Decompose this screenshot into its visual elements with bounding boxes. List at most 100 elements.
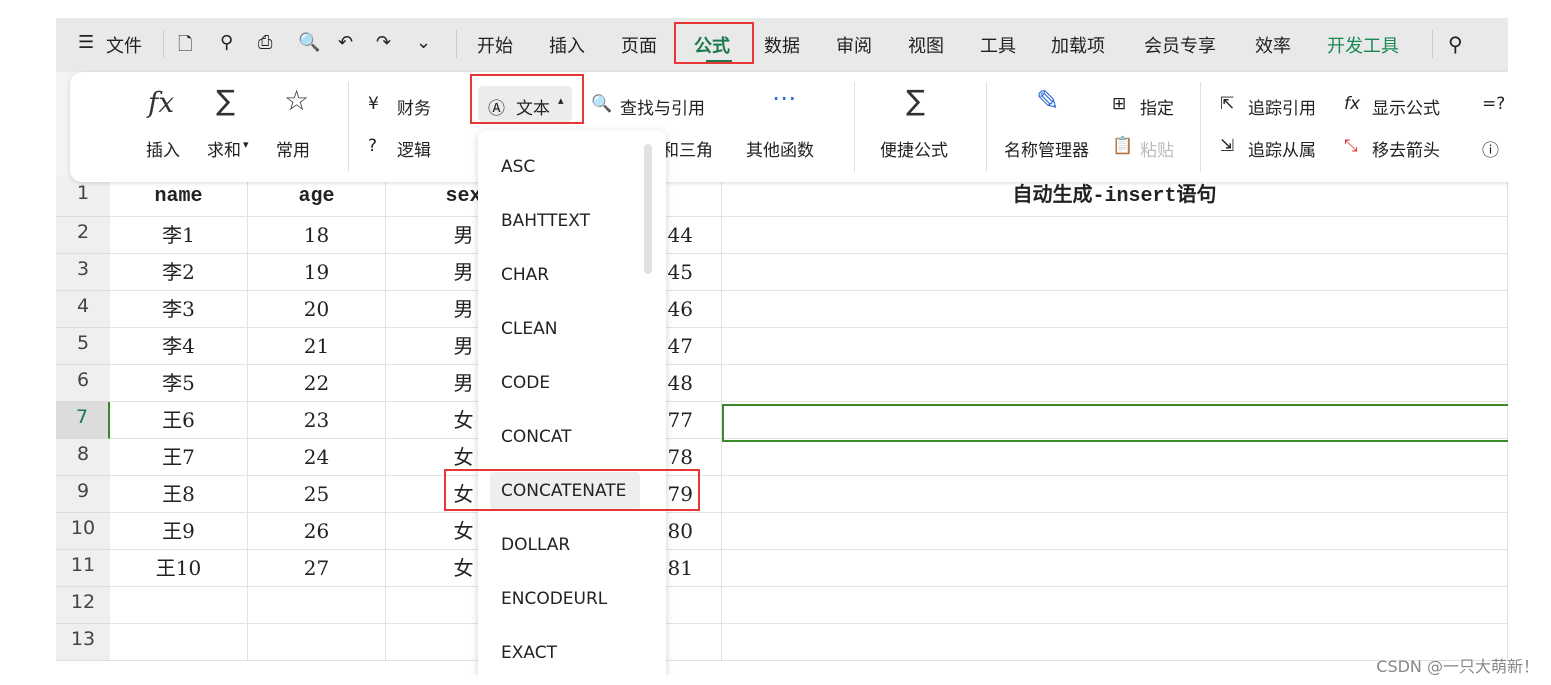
- search-icon[interactable]: ⚲: [1448, 32, 1463, 56]
- table-cell[interactable]: [722, 291, 1508, 328]
- table-cell[interactable]: 21: [248, 328, 386, 365]
- autosum-button[interactable]: 求和: [207, 136, 241, 161]
- table-cell[interactable]: 李2: [110, 254, 248, 291]
- link-icon[interactable]: ⚲: [220, 32, 233, 53]
- table-cell[interactable]: [722, 587, 1508, 624]
- table-cell[interactable]: [248, 624, 386, 661]
- table-cell[interactable]: 27: [248, 550, 386, 587]
- tab-developer[interactable]: 开发工具: [1327, 32, 1399, 58]
- print-icon[interactable]: ⎙: [258, 32, 272, 53]
- table-cell[interactable]: 19: [248, 254, 386, 291]
- dropdown-item-char[interactable]: CHAR: [490, 256, 640, 294]
- dropdown-item-bahttext[interactable]: BAHTTEXT: [490, 202, 640, 240]
- define-button[interactable]: 指定: [1140, 94, 1174, 119]
- table-cell[interactable]: 25: [248, 476, 386, 513]
- table-cell[interactable]: [722, 439, 1508, 476]
- table-cell[interactable]: 王6: [110, 402, 248, 439]
- table-cell[interactable]: [722, 328, 1508, 365]
- tab-member[interactable]: 会员专享: [1144, 32, 1216, 58]
- row-header[interactable]: 13: [56, 624, 110, 661]
- table-cell[interactable]: 王10: [110, 550, 248, 587]
- trace-precedents-button[interactable]: 追踪引用: [1248, 94, 1316, 119]
- table-cell[interactable]: [722, 365, 1508, 402]
- row-header[interactable]: 6: [56, 365, 110, 402]
- save-icon[interactable]: 🗋: [178, 32, 192, 62]
- menu-icon[interactable]: ☰: [78, 32, 94, 53]
- tab-addins[interactable]: 加载项: [1051, 32, 1105, 58]
- tab-insert[interactable]: 插入: [549, 32, 585, 58]
- finance-button[interactable]: 财务: [397, 94, 431, 119]
- table-cell[interactable]: [110, 587, 248, 624]
- table-cell[interactable]: [722, 476, 1508, 513]
- fx-icon[interactable]: fx: [148, 86, 174, 119]
- tab-review[interactable]: 审阅: [836, 32, 872, 58]
- show-formulas-button[interactable]: 显示公式: [1372, 94, 1440, 119]
- logical-button[interactable]: 逻辑: [397, 136, 431, 161]
- tab-efficiency[interactable]: 效率: [1255, 32, 1291, 58]
- row-header[interactable]: 2: [56, 217, 110, 254]
- table-cell[interactable]: [722, 254, 1508, 291]
- table-cell[interactable]: 22: [248, 365, 386, 402]
- tab-tools[interactable]: 工具: [980, 32, 1016, 58]
- dropdown-scrollbar[interactable]: [644, 144, 652, 274]
- undo-icon[interactable]: ↶: [338, 32, 353, 53]
- row-header[interactable]: 11: [56, 550, 110, 587]
- table-cell[interactable]: 李4: [110, 328, 248, 365]
- common-functions-button[interactable]: 常用: [276, 136, 310, 161]
- table-cell[interactable]: [722, 217, 1508, 254]
- table-cell[interactable]: 李1: [110, 217, 248, 254]
- dropdown-item-concat[interactable]: CONCAT: [490, 418, 640, 456]
- dropdown-item-code[interactable]: CODE: [490, 364, 640, 402]
- star-icon[interactable]: ☆: [284, 84, 309, 117]
- tab-data[interactable]: 数据: [764, 32, 800, 58]
- table-cell[interactable]: 王7: [110, 439, 248, 476]
- dropdown-item-clean[interactable]: CLEAN: [490, 310, 640, 348]
- table-cell[interactable]: 24: [248, 439, 386, 476]
- row-header[interactable]: 7: [56, 402, 110, 439]
- table-cell[interactable]: [248, 587, 386, 624]
- trace-dependents-button[interactable]: 追踪从属: [1248, 136, 1316, 161]
- column-header-cell[interactable]: 自动生成-insert语句: [722, 176, 1508, 217]
- row-header[interactable]: 3: [56, 254, 110, 291]
- print-preview-icon[interactable]: 🔍: [298, 32, 320, 53]
- table-cell[interactable]: 王8: [110, 476, 248, 513]
- column-header-cell[interactable]: age: [248, 176, 386, 217]
- table-cell[interactable]: 26: [248, 513, 386, 550]
- row-header[interactable]: 8: [56, 439, 110, 476]
- remove-arrows-button[interactable]: 移去箭头: [1372, 136, 1440, 161]
- table-cell[interactable]: [722, 550, 1508, 587]
- sigma-icon[interactable]: ∑: [216, 84, 235, 117]
- row-header[interactable]: 4: [56, 291, 110, 328]
- dropdown-item-asc[interactable]: ASC: [490, 148, 640, 186]
- file-menu[interactable]: 文件: [106, 32, 142, 58]
- table-cell[interactable]: 20: [248, 291, 386, 328]
- paste-button[interactable]: 粘贴: [1140, 136, 1174, 161]
- tab-home[interactable]: 开始: [477, 32, 513, 58]
- table-cell[interactable]: 23: [248, 402, 386, 439]
- other-functions-icon[interactable]: ⋯: [772, 84, 796, 112]
- dropdown-item-exact[interactable]: EXACT: [490, 634, 640, 672]
- evaluate-icon[interactable]: =?: [1482, 94, 1505, 114]
- dropdown-item-dollar[interactable]: DOLLAR: [490, 526, 640, 564]
- row-header[interactable]: 12: [56, 587, 110, 624]
- insert-function-button[interactable]: 插入: [146, 136, 180, 161]
- column-header-cell[interactable]: name: [110, 176, 248, 217]
- table-cell[interactable]: 李3: [110, 291, 248, 328]
- chevron-down-icon[interactable]: ⌄: [416, 32, 431, 53]
- table-cell[interactable]: 18: [248, 217, 386, 254]
- redo-icon[interactable]: ↷: [376, 32, 391, 53]
- row-header[interactable]: 1: [56, 176, 110, 217]
- other-functions-button[interactable]: 其他函数: [746, 136, 814, 161]
- row-header[interactable]: 10: [56, 513, 110, 550]
- name-manager-button[interactable]: 名称管理器: [1004, 136, 1089, 161]
- table-cell[interactable]: [110, 624, 248, 661]
- name-manager-icon[interactable]: ✎: [1036, 84, 1059, 117]
- error-check-icon[interactable]: ⓘ: [1482, 136, 1499, 161]
- lookup-reference-button[interactable]: 查找与引用: [620, 94, 705, 119]
- selected-cell[interactable]: [722, 404, 1508, 442]
- table-cell[interactable]: 王9: [110, 513, 248, 550]
- table-cell[interactable]: [722, 513, 1508, 550]
- tab-page[interactable]: 页面: [621, 32, 657, 58]
- row-header[interactable]: 5: [56, 328, 110, 365]
- dropdown-item-encodeurl[interactable]: ENCODEURL: [490, 580, 640, 618]
